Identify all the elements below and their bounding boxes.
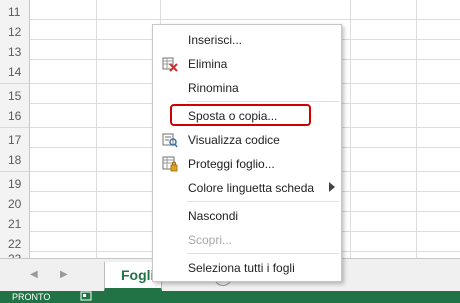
row-header-14[interactable]: 14: [0, 60, 30, 84]
menu-item-label: Seleziona tutti i fogli: [188, 261, 295, 275]
menu-item-unhide: Scopri...: [153, 228, 341, 252]
menu-item-label: Proteggi foglio...: [188, 157, 275, 171]
protect-sheet-icon: [162, 156, 178, 172]
menu-item-label: Rinomina: [188, 81, 239, 95]
sheet-tab-context-menu: Inserisci... Elimina Rinomina Sposta o c…: [152, 24, 342, 282]
menu-item-label: Nascondi: [188, 209, 239, 223]
row-header-16[interactable]: 16: [0, 104, 30, 128]
grid-line: [350, 0, 351, 268]
submenu-arrow-icon: [329, 182, 335, 192]
menu-separator: [187, 101, 339, 102]
grid-line: [416, 0, 417, 268]
menu-item-tab-color[interactable]: Colore linguetta scheda: [153, 176, 341, 200]
menu-item-protect-sheet[interactable]: Proteggi foglio...: [153, 152, 341, 176]
grid-line: [30, 19, 460, 20]
scroll-tabs-left-icon[interactable]: ◀: [30, 269, 38, 280]
view-code-icon: [162, 133, 178, 148]
menu-item-hide[interactable]: Nascondi: [153, 204, 341, 228]
status-text: PRONTO: [12, 292, 51, 302]
highlight-annotation: [170, 104, 311, 126]
menu-item-delete[interactable]: Elimina: [153, 52, 341, 76]
menu-separator: [187, 201, 339, 202]
status-bar: PRONTO: [0, 291, 460, 303]
sheet-tab-label: Fogli: [121, 267, 155, 283]
scroll-tabs-right-icon[interactable]: ▶: [60, 269, 68, 280]
macro-record-icon[interactable]: [80, 291, 92, 301]
grid-line: [96, 0, 97, 268]
menu-item-select-all-sheets[interactable]: Seleziona tutti i fogli: [153, 256, 341, 280]
menu-item-label: Inserisci...: [188, 33, 243, 47]
menu-item-label: Elimina: [188, 57, 228, 71]
menu-item-label: Visualizza codice: [188, 133, 280, 147]
menu-item-label: Scopri...: [188, 233, 233, 247]
menu-item-label: Colore linguetta scheda: [188, 181, 315, 195]
row-header-18[interactable]: 18: [0, 148, 30, 172]
menu-item-insert[interactable]: Inserisci...: [153, 28, 341, 52]
menu-separator: [187, 253, 339, 254]
delete-sheet-icon: [162, 57, 178, 72]
menu-item-rename[interactable]: Rinomina: [153, 76, 341, 100]
menu-item-view-code[interactable]: Visualizza codice: [153, 128, 341, 152]
